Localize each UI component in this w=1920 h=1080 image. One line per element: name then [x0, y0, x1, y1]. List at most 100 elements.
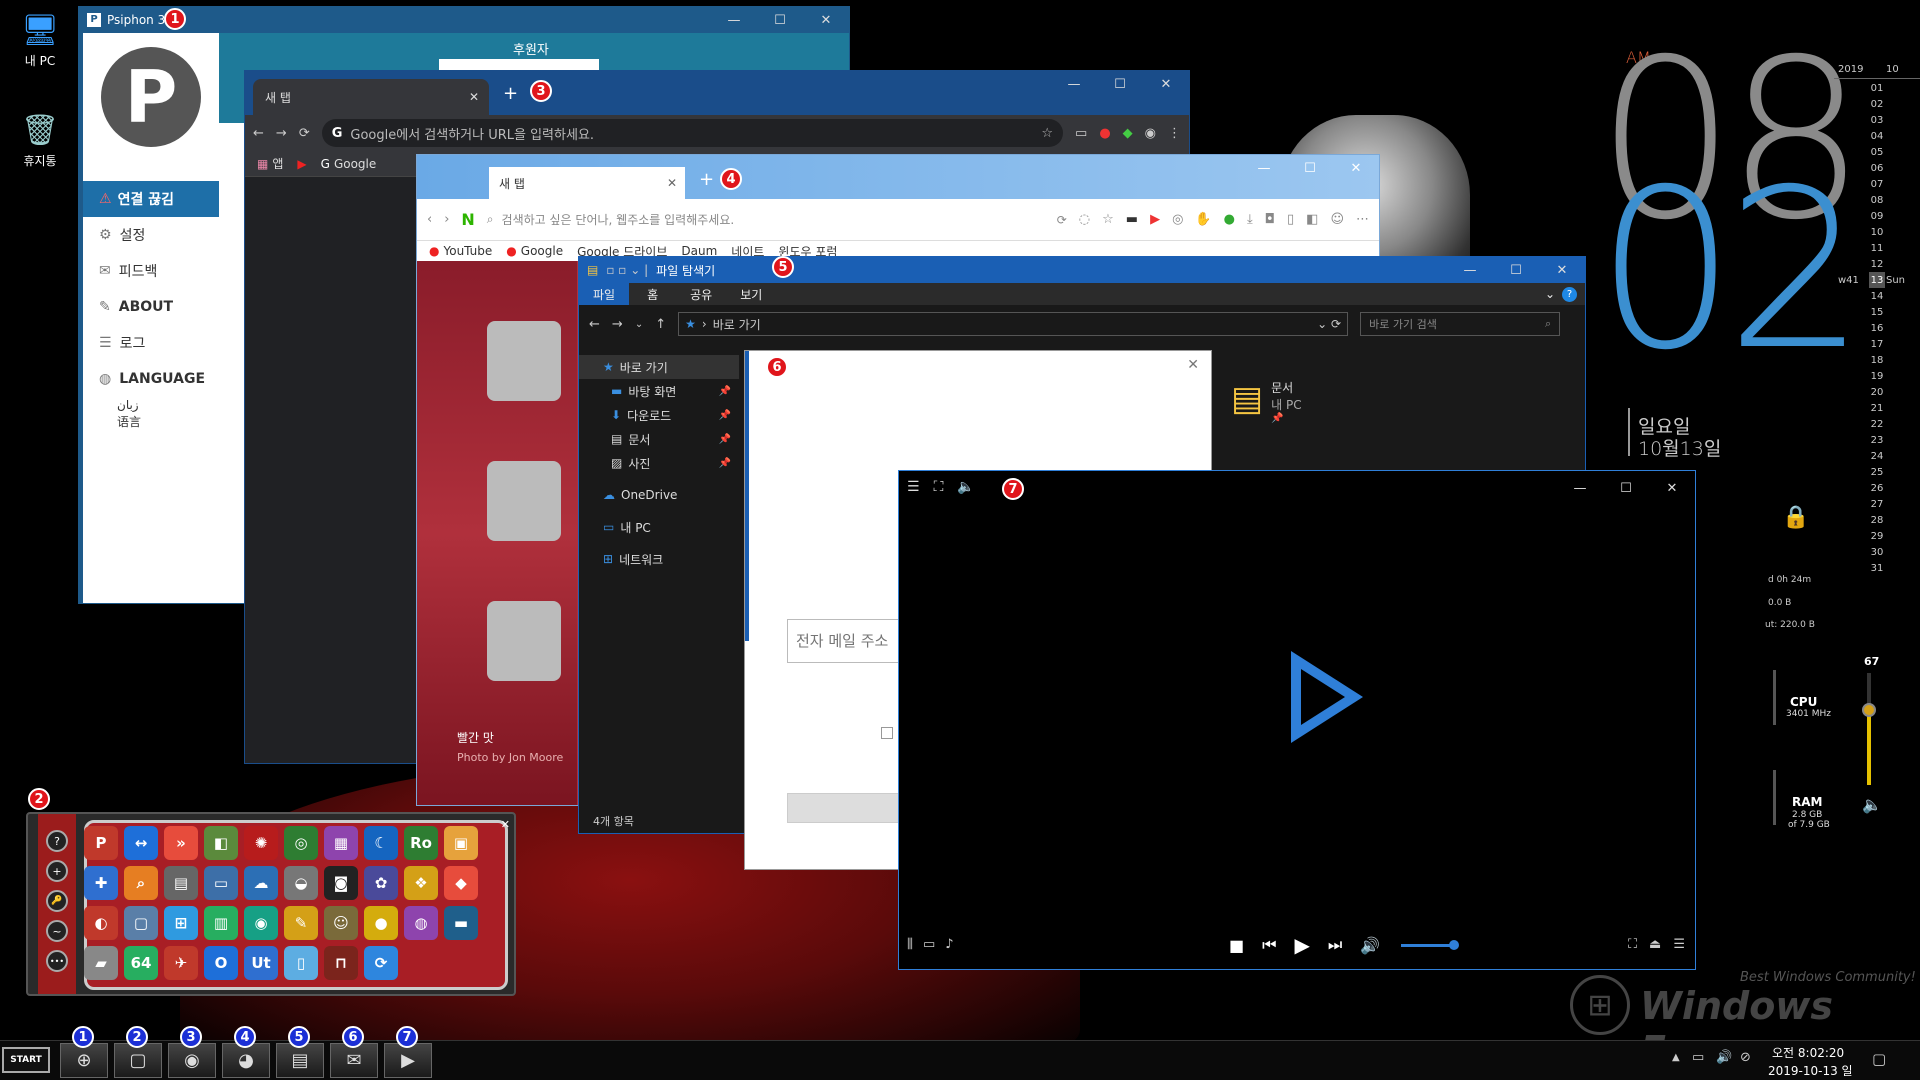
- launcher-app-icon[interactable]: ◧: [204, 826, 238, 860]
- tray-date[interactable]: 2019-10-13 일: [1768, 1062, 1853, 1079]
- sidebar-item-this-pc[interactable]: ▭ 내 PC: [579, 515, 739, 539]
- new-tab-button[interactable]: +: [699, 169, 714, 190]
- psiphon-menu-log[interactable]: ☰ 로그: [83, 325, 219, 361]
- explorer-address-bar[interactable]: ★ › 바로 가기 ⌄ ⟳: [678, 312, 1349, 336]
- maximize-button[interactable]: ☐: [1287, 155, 1333, 181]
- quick-access-toolbar[interactable]: ▫ ▫ ⌄ |: [606, 263, 648, 277]
- chevron-down-icon[interactable]: ⌄: [1545, 287, 1555, 301]
- notification-icon[interactable]: ▢: [1872, 1050, 1886, 1068]
- pin-icon[interactable]: 📌: [719, 434, 731, 445]
- launcher-app-icon[interactable]: ◙: [324, 866, 358, 900]
- chrome-omnibox[interactable]: G Google에서 검색하거나 URL을 입력하세요. ☆: [321, 119, 1064, 147]
- launcher-app-icon[interactable]: ◒: [284, 866, 318, 900]
- sidebar-item-onedrive[interactable]: ☁ OneDrive: [579, 483, 739, 507]
- tray-time[interactable]: 오전 8:02:20: [1772, 1044, 1844, 1061]
- previous-icon[interactable]: ⏮: [1262, 935, 1276, 955]
- aspect-ratio-icon[interactable]: ⛶: [1628, 937, 1637, 952]
- subtitle-icon[interactable]: ▭: [923, 937, 935, 952]
- extension-icon[interactable]: ▶: [1150, 212, 1160, 227]
- psiphon-menu-settings[interactable]: ⚙ 설정: [83, 217, 219, 253]
- launcher-app-icon[interactable]: ❖: [404, 866, 438, 900]
- menu-icon[interactable]: ⋯: [1356, 212, 1369, 227]
- close-tab-icon[interactable]: ✕: [469, 90, 479, 104]
- launcher-app-icon[interactable]: ▥: [204, 906, 238, 940]
- lock-icon[interactable]: 🔒: [1782, 505, 1809, 530]
- photo-credit[interactable]: Photo by Jon Moore: [457, 751, 563, 764]
- launcher-app-icon[interactable]: ☺: [324, 906, 358, 940]
- psiphon-menu-language[interactable]: ◍ LANGUAGE: [83, 361, 219, 397]
- key-icon[interactable]: 🔑: [46, 890, 68, 912]
- fullscreen-icon[interactable]: ⛶: [934, 479, 944, 495]
- maximize-button[interactable]: ☐: [1603, 471, 1649, 505]
- sidebar-item-quick-access[interactable]: ★ 바로 가기: [579, 355, 739, 379]
- profile-icon[interactable]: ◉: [1145, 126, 1156, 141]
- forward-icon[interactable]: →: [612, 317, 623, 332]
- forward-icon[interactable]: →: [276, 126, 287, 141]
- chrome-tab[interactable]: 새 탭 ✕: [253, 79, 489, 115]
- volume-icon[interactable]: 🔊: [1360, 936, 1380, 955]
- launcher-app-icon[interactable]: ▬: [444, 906, 478, 940]
- refresh-icon[interactable]: ⌄ ⟳: [1317, 317, 1341, 331]
- volume-slider-knob[interactable]: [1862, 702, 1876, 717]
- sidebar-item-downloads[interactable]: ⬇ 다운로드 📌: [579, 403, 739, 427]
- back-icon[interactable]: ←: [589, 317, 600, 332]
- start-button[interactable]: START: [2, 1047, 50, 1073]
- back-icon[interactable]: ‹: [427, 212, 432, 227]
- taskbar-button[interactable]: ▢: [114, 1043, 162, 1078]
- minimize-button[interactable]: —: [1241, 155, 1287, 181]
- taskbar-button[interactable]: ▶: [384, 1043, 432, 1078]
- eject-icon[interactable]: ⏏: [1649, 937, 1661, 952]
- ribbon-tab-home[interactable]: 홈: [629, 286, 676, 303]
- blocked-icon[interactable]: ⊘: [1740, 1050, 1751, 1065]
- extension-icon[interactable]: ▬: [1126, 212, 1138, 227]
- help-icon[interactable]: ?: [46, 830, 68, 852]
- stop-icon[interactable]: ■: [1229, 936, 1244, 955]
- close-button[interactable]: ✕: [1539, 257, 1585, 283]
- bookmark-google[interactable]: G Google: [321, 157, 377, 171]
- close-tab-icon[interactable]: ✕: [667, 176, 677, 190]
- play-icon[interactable]: ▶: [1295, 933, 1310, 957]
- mute-icon[interactable]: 🔈: [957, 479, 974, 495]
- launcher-app-icon[interactable]: ↔: [124, 826, 158, 860]
- dialog-close-icon[interactable]: ✕: [1187, 357, 1199, 373]
- minimize-button[interactable]: —: [1447, 257, 1493, 283]
- bookmark-apps[interactable]: ▦ 앱: [257, 155, 283, 172]
- launcher-app-icon[interactable]: ☾: [364, 826, 398, 860]
- help-icon[interactable]: ?: [1562, 286, 1577, 302]
- launcher-app-icon[interactable]: ⟳: [364, 946, 398, 980]
- taskbar-button[interactable]: ✉: [330, 1043, 378, 1078]
- extension-icon[interactable]: ●: [1099, 126, 1110, 141]
- new-tab-button[interactable]: +: [503, 83, 518, 104]
- launcher-app-icon[interactable]: ▦: [324, 826, 358, 860]
- naver-icon[interactable]: N: [461, 210, 474, 229]
- launcher-app-icon[interactable]: Ut: [244, 946, 278, 980]
- launcher-app-icon[interactable]: ✈: [164, 946, 198, 980]
- launcher-app-icon[interactable]: P: [84, 826, 118, 860]
- launcher-app-icon[interactable]: ◆: [444, 866, 478, 900]
- launcher-app-icon[interactable]: ⊓: [324, 946, 358, 980]
- split-view-icon[interactable]: ◧: [1306, 212, 1318, 227]
- launcher-app-icon[interactable]: »: [164, 826, 198, 860]
- launcher-app-icon[interactable]: ◉: [244, 906, 278, 940]
- launcher-app-icon[interactable]: ☁: [244, 866, 278, 900]
- bookmark-item[interactable]: ● Google: [506, 244, 563, 258]
- next-icon[interactable]: ⏭: [1328, 935, 1342, 955]
- close-button[interactable]: ✕: [1333, 155, 1379, 181]
- sidebar-item-pictures[interactable]: ▨ 사진 📌: [579, 451, 739, 475]
- launcher-app-icon[interactable]: ▰: [84, 946, 118, 980]
- launcher-app-icon[interactable]: Ro: [404, 826, 438, 860]
- close-button[interactable]: ✕: [1143, 71, 1189, 97]
- psiphon-menu-disconnected[interactable]: ⚠ 연결 끊김: [83, 181, 219, 217]
- launcher-app-icon[interactable]: ◐: [84, 906, 118, 940]
- launcher-app-icon[interactable]: ▣: [444, 826, 478, 860]
- extension-icon[interactable]: ◆: [1123, 126, 1133, 141]
- launcher-app-icon[interactable]: O: [204, 946, 238, 980]
- sidebar-item-desktop[interactable]: ▬ 바탕 화면 📌: [579, 379, 739, 403]
- equalizer-icon[interactable]: ⫼: [907, 937, 913, 952]
- launcher-app-icon[interactable]: ●: [364, 906, 398, 940]
- taskbar-button[interactable]: ⊕: [60, 1043, 108, 1078]
- bookmark-youtube[interactable]: ▶: [297, 157, 306, 171]
- extension-icon[interactable]: ✋: [1195, 212, 1211, 227]
- close-button[interactable]: ✕: [1649, 471, 1695, 505]
- desktop-icon-recycle-bin[interactable]: 🗑 휴지통: [5, 110, 75, 169]
